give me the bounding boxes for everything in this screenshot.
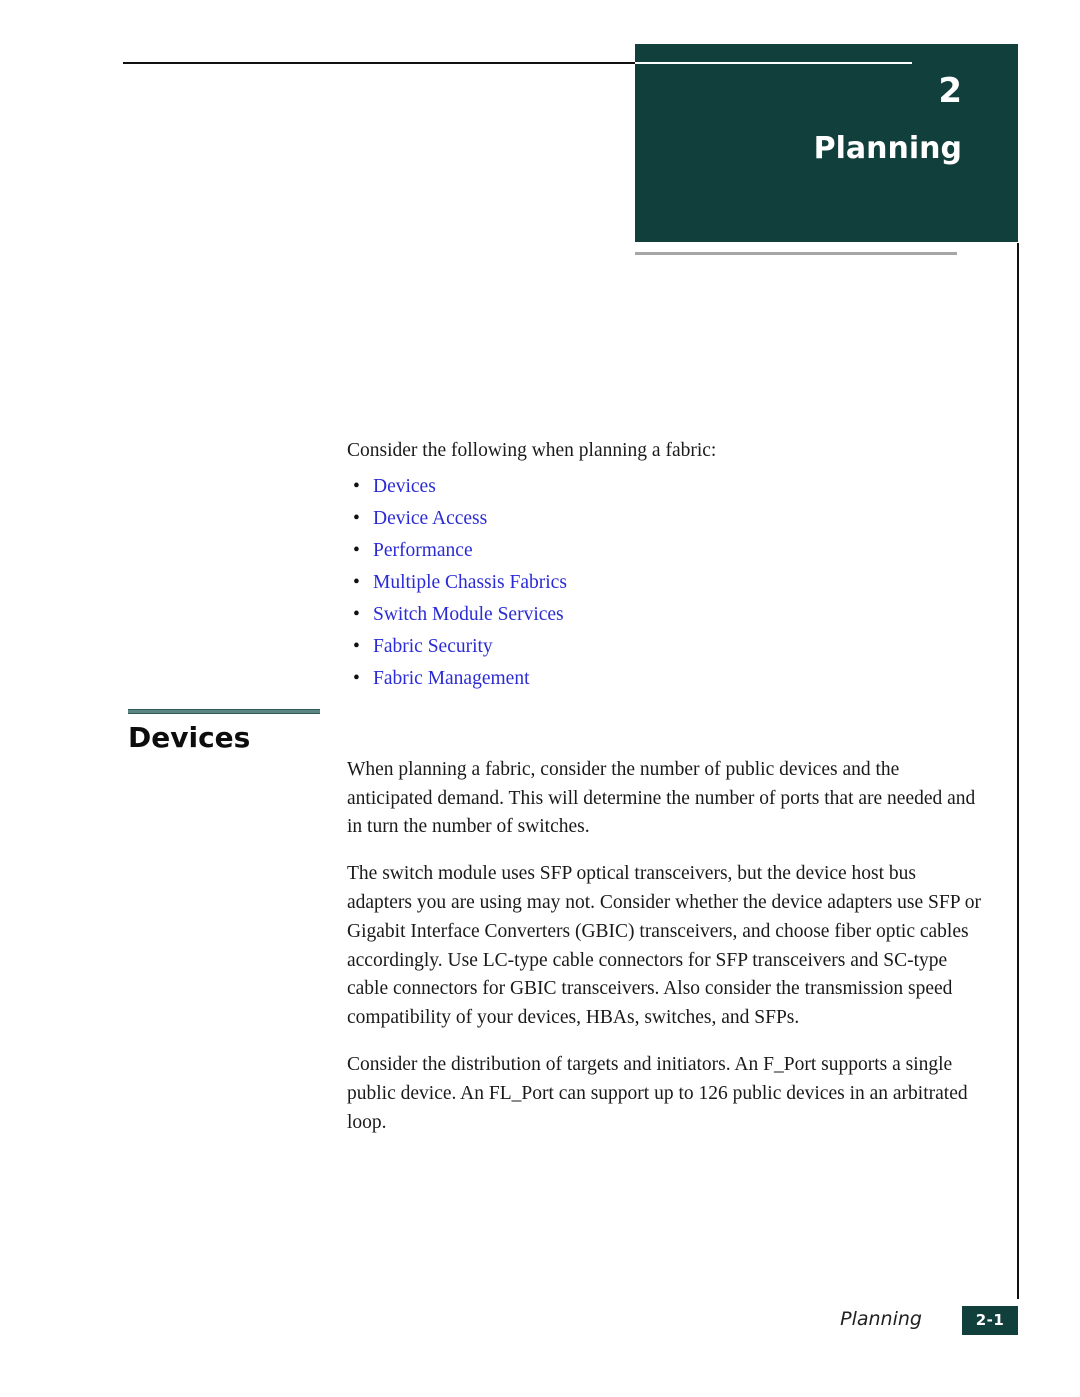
list-item: • Device Access <box>347 506 981 532</box>
bullet-icon: • <box>353 635 360 657</box>
bullet-icon: • <box>353 571 360 593</box>
footer-page-number: 2-1 <box>975 1311 1005 1329</box>
footer-chapter-label: Planning <box>840 1308 922 1330</box>
bullet-icon: • <box>353 475 360 497</box>
chapter-topic-list: • Devices • Device Access • Performance … <box>347 474 981 692</box>
section-paragraph-1: When planning a fabric, consider the num… <box>347 758 976 838</box>
bullet-icon: • <box>353 507 360 529</box>
list-item: • Switch Module Services <box>347 602 981 628</box>
intro-lead-text: Consider the following when planning a f… <box>347 440 717 461</box>
link-fabric-security[interactable]: Fabric Security <box>373 636 493 657</box>
section-heading-rule <box>128 709 320 714</box>
link-performance[interactable]: Performance <box>373 540 473 561</box>
header-rule-black <box>123 62 635 64</box>
body-column: Consider the following when planning a f… <box>347 437 981 1155</box>
list-item: • Fabric Security <box>347 634 981 660</box>
chapter-title: Planning <box>813 131 962 166</box>
banner-rule-white <box>635 62 912 64</box>
banner-rule-gray <box>635 252 957 255</box>
bullet-icon: • <box>353 667 360 689</box>
bullet-icon: • <box>353 603 360 625</box>
link-multiple-chassis-fabrics[interactable]: Multiple Chassis Fabrics <box>373 572 567 593</box>
link-device-access[interactable]: Device Access <box>373 508 487 529</box>
chapter-number: 2 <box>938 71 962 111</box>
section-paragraph-2: The switch module uses SFP optical trans… <box>347 863 981 1029</box>
right-margin-rule <box>1017 243 1019 1299</box>
list-item: • Performance <box>347 538 981 564</box>
document-page: 2 Planning Devices Consider the followin… <box>0 0 1080 1397</box>
link-devices[interactable]: Devices <box>373 476 436 497</box>
bullet-icon: • <box>353 539 360 561</box>
section-paragraph-3: Consider the distribution of targets and… <box>347 1053 968 1133</box>
section-heading-devices: Devices <box>128 721 251 754</box>
list-item: • Multiple Chassis Fabrics <box>347 570 981 596</box>
link-switch-module-services[interactable]: Switch Module Services <box>373 604 564 625</box>
link-fabric-management[interactable]: Fabric Management <box>373 668 530 689</box>
list-item: • Devices <box>347 474 981 500</box>
list-item: • Fabric Management <box>347 666 981 692</box>
